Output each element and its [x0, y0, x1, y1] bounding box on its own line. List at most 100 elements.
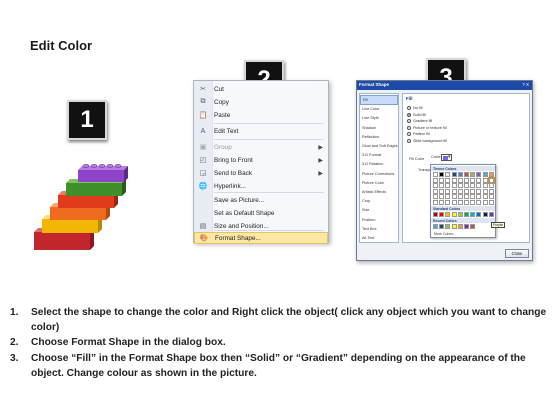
- theme-color-swatch[interactable]: [445, 177, 451, 183]
- fill-option-slide-background-fill[interactable]: Slide background fill: [407, 138, 447, 143]
- menu-item-format-shape[interactable]: 🎨 Format Shape...: [194, 232, 328, 244]
- color-picker-button[interactable]: [441, 154, 452, 161]
- dialog-title-bar[interactable]: Format Shape ? X: [357, 81, 532, 90]
- theme-color-swatch[interactable]: [482, 183, 488, 189]
- lego-stairs-graphic[interactable]: [28, 162, 148, 257]
- theme-color-swatch[interactable]: [464, 200, 469, 205]
- menu-item-edit-text[interactable]: A Edit Text: [194, 125, 328, 137]
- theme-color-swatch[interactable]: [470, 194, 476, 200]
- theme-color-swatch[interactable]: [487, 176, 495, 184]
- standard-color-swatch[interactable]: [470, 212, 476, 217]
- menu-item-cut[interactable]: ✂ Cut: [194, 83, 328, 95]
- standard-color-swatch[interactable]: [464, 212, 469, 217]
- menu-item-paste[interactable]: 📋 Paste: [194, 109, 328, 121]
- recent-color-swatch[interactable]: [470, 224, 476, 229]
- recent-color-swatch[interactable]: [457, 224, 463, 229]
- fill-option-gradient-fill[interactable]: Gradient fill: [407, 119, 432, 123]
- theme-color-swatch[interactable]: [433, 172, 438, 177]
- theme-color-swatch[interactable]: [433, 194, 438, 200]
- theme-color-swatch[interactable]: [445, 188, 451, 194]
- theme-color-swatch[interactable]: [445, 183, 451, 189]
- theme-color-swatch[interactable]: [482, 188, 488, 194]
- recent-color-swatch[interactable]: [445, 224, 451, 229]
- theme-color-swatch[interactable]: [451, 177, 457, 183]
- theme-color-swatch[interactable]: [482, 194, 488, 200]
- theme-color-swatch[interactable]: [470, 172, 476, 177]
- theme-color-swatch[interactable]: [445, 172, 451, 177]
- theme-color-swatch[interactable]: [439, 200, 445, 205]
- theme-color-swatch[interactable]: [488, 183, 494, 189]
- radio-icon[interactable]: [407, 112, 411, 117]
- standard-color-swatch[interactable]: [433, 212, 438, 217]
- theme-color-swatch[interactable]: [470, 188, 476, 194]
- theme-color-swatch[interactable]: [482, 172, 488, 177]
- fill-option-solid-fill[interactable]: Solid fill: [407, 112, 426, 117]
- theme-color-swatch[interactable]: [470, 177, 476, 183]
- fill-option-pattern-fill[interactable]: Pattern fill: [407, 132, 430, 136]
- radio-icon[interactable]: [407, 119, 411, 123]
- more-colors-link[interactable]: More Colors...: [434, 232, 456, 236]
- theme-color-swatch[interactable]: [439, 172, 445, 177]
- lego-brick-purple[interactable]: [78, 164, 128, 182]
- theme-color-swatch[interactable]: [476, 183, 482, 189]
- theme-color-swatch[interactable]: [457, 183, 463, 189]
- recent-color-swatch[interactable]: [433, 224, 438, 229]
- recent-color-swatch[interactable]: [451, 224, 457, 229]
- standard-color-swatch[interactable]: [445, 212, 451, 217]
- menu-item-bring-to-front[interactable]: ◰ Bring to Front ▶: [194, 154, 328, 166]
- theme-color-swatch[interactable]: [439, 177, 445, 183]
- theme-color-swatch[interactable]: [451, 172, 457, 177]
- menu-item-set-as-default-shape[interactable]: Set as Default Shape: [194, 207, 328, 219]
- radio-icon[interactable]: [407, 138, 411, 143]
- theme-color-swatch[interactable]: [476, 172, 482, 177]
- theme-color-swatch[interactable]: [470, 200, 476, 205]
- menu-item-save-as-picture[interactable]: Save as Picture...: [194, 194, 328, 206]
- theme-color-swatch[interactable]: [482, 200, 488, 205]
- standard-color-swatch[interactable]: [482, 212, 488, 217]
- nav-item-alt-text[interactable]: Alt Text: [360, 233, 398, 243]
- help-close-icons[interactable]: ? X: [522, 82, 529, 87]
- theme-color-swatch[interactable]: [476, 188, 482, 194]
- theme-color-swatch[interactable]: [451, 194, 457, 200]
- theme-color-swatch[interactable]: [464, 194, 469, 200]
- recent-color-swatch[interactable]: [439, 224, 445, 229]
- theme-color-swatch[interactable]: [439, 183, 445, 189]
- theme-color-swatch[interactable]: [457, 172, 463, 177]
- standard-color-swatch[interactable]: [488, 212, 494, 217]
- standard-color-swatch[interactable]: [439, 212, 445, 217]
- theme-color-swatch[interactable]: [482, 177, 488, 183]
- theme-color-swatch[interactable]: [433, 183, 438, 189]
- radio-icon[interactable]: [407, 106, 411, 110]
- theme-color-swatch[interactable]: [464, 183, 469, 189]
- theme-color-swatch[interactable]: [433, 177, 438, 183]
- theme-color-swatch[interactable]: [488, 188, 494, 194]
- radio-icon[interactable]: [407, 125, 411, 130]
- theme-color-swatch[interactable]: [476, 200, 482, 205]
- theme-color-swatch[interactable]: [451, 183, 457, 189]
- theme-color-swatch[interactable]: [488, 200, 494, 205]
- close-button[interactable]: Close: [505, 249, 529, 258]
- theme-color-swatch[interactable]: [488, 194, 494, 200]
- theme-color-swatch[interactable]: [457, 200, 463, 205]
- fill-option-picture-or-texture-fill[interactable]: Picture or texture fill: [407, 125, 447, 130]
- standard-color-swatch[interactable]: [476, 212, 482, 217]
- theme-color-swatch[interactable]: [476, 194, 482, 200]
- radio-icon[interactable]: [407, 132, 411, 136]
- theme-color-swatch[interactable]: [451, 188, 457, 194]
- theme-color-swatch[interactable]: [433, 200, 438, 205]
- theme-color-swatch[interactable]: [457, 188, 463, 194]
- theme-color-swatch[interactable]: [451, 200, 457, 205]
- menu-item-send-to-back[interactable]: ◲ Send to Back ▶: [194, 167, 328, 179]
- theme-color-swatch[interactable]: [470, 183, 476, 189]
- standard-color-swatch[interactable]: [457, 212, 463, 217]
- menu-item-hyperlink[interactable]: 🌐 Hyperlink...: [194, 180, 328, 192]
- theme-color-swatch[interactable]: [445, 200, 451, 205]
- theme-color-swatch[interactable]: [464, 188, 469, 194]
- theme-color-swatch[interactable]: [439, 188, 445, 194]
- theme-color-swatch[interactable]: [439, 194, 445, 200]
- recent-color-swatch[interactable]: [464, 224, 469, 229]
- theme-color-swatch[interactable]: [457, 177, 463, 183]
- theme-color-swatch[interactable]: [464, 172, 469, 177]
- theme-color-swatch[interactable]: [464, 177, 469, 183]
- standard-color-swatch[interactable]: [451, 212, 457, 217]
